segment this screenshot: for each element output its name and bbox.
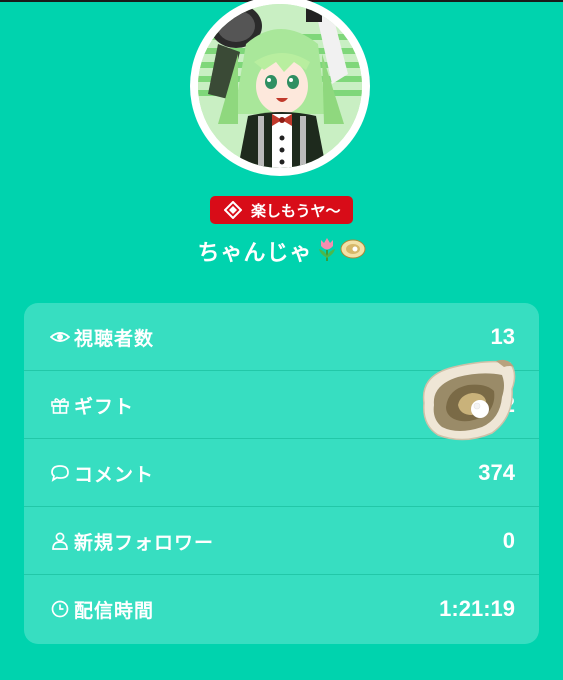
stats-value: 374 [478,460,515,485]
stats-value: 1:21:19 [439,596,515,621]
diamond-icon [223,200,243,220]
oyster-sticker [418,355,520,443]
stats-label: 新規フォロワー [74,531,215,554]
gift-icon [50,395,70,415]
tulip-icon [316,236,338,266]
stats-value: 13 [490,324,515,349]
eye-icon [49,327,71,347]
streamer-avatar[interactable] [190,0,370,176]
clock-icon [50,599,70,619]
oyster-icon [340,238,366,264]
streamer-name: ちゃんじゃ [197,241,313,266]
badge-label: 楽しもうヤ〜 [251,201,341,220]
stats-row-stream-time: 配信時間 1:21:19 [24,575,539,643]
streamer-name-row: ちゃんじゃ [0,232,563,270]
stats-label: 配信時間 [74,599,155,622]
avatar-image [198,4,362,168]
stats-label: コメント [74,463,155,486]
stats-label: 視聴者数 [74,327,155,350]
stats-row-new-followers: 新規フォロワー 0 [24,507,539,575]
stats-row-comments: コメント 374 [24,439,539,507]
comment-icon [50,463,70,483]
person-icon [50,531,70,551]
stats-value: 0 [502,528,515,553]
status-badge: 楽しもうヤ〜 [210,196,353,224]
